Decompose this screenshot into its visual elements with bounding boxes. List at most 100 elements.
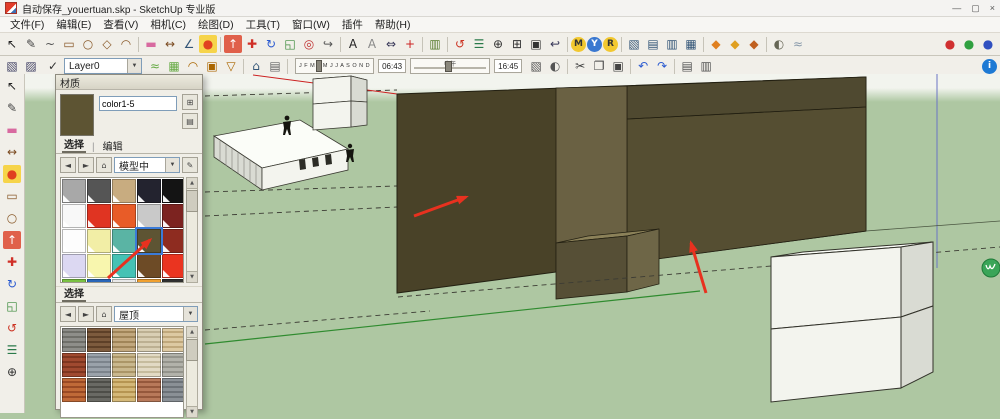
arc-tool-icon[interactable]: ◠ bbox=[117, 35, 135, 53]
menu-help[interactable]: 帮助(H) bbox=[369, 17, 417, 32]
back-button[interactable]: ◄ bbox=[60, 157, 76, 173]
zoom-tool-icon[interactable]: ⊕ bbox=[3, 363, 21, 381]
orbit-tool-icon[interactable]: ↺ bbox=[451, 35, 469, 53]
swatch-charcoal[interactable] bbox=[162, 279, 183, 282]
3d-warehouse-icon[interactable]: ◆ bbox=[707, 35, 725, 53]
dropdown-arrow-icon[interactable]: ▼ bbox=[165, 158, 179, 172]
shadow-dialog-icon[interactable]: ◐ bbox=[546, 57, 564, 75]
swatch-color1-5-selected[interactable] bbox=[135, 227, 163, 255]
minimize-button[interactable]: — bbox=[952, 3, 961, 14]
view-side-icon[interactable]: ▦ bbox=[682, 35, 700, 53]
pan-tool-icon[interactable]: ☰ bbox=[3, 341, 21, 359]
menu-tools[interactable]: 工具(T) bbox=[240, 17, 286, 32]
scale-tool-icon[interactable]: ◱ bbox=[281, 35, 299, 53]
texture-straw-thatch[interactable] bbox=[112, 378, 136, 402]
extension-warehouse-icon[interactable]: ◆ bbox=[745, 35, 763, 53]
stacked-boxes-top-model[interactable] bbox=[312, 75, 368, 131]
fog-toggle-icon[interactable]: ≈ bbox=[789, 35, 807, 53]
copy-icon[interactable]: ❐ bbox=[590, 57, 608, 75]
view-front-icon[interactable]: ▥ bbox=[663, 35, 681, 53]
tape-measure-tool-icon[interactable]: ↔ bbox=[161, 35, 179, 53]
view-top-icon[interactable]: ▤ bbox=[644, 35, 662, 53]
texture-slate[interactable] bbox=[162, 378, 183, 402]
swatch-scrollbar[interactable]: ▲ ▼ bbox=[186, 177, 198, 283]
swatch-white[interactable] bbox=[62, 204, 86, 228]
circle-tool-icon[interactable]: ○ bbox=[3, 209, 21, 227]
paint-bucket-tool-icon[interactable]: ● bbox=[3, 165, 21, 183]
texture-blue-gray-shingles[interactable] bbox=[87, 353, 111, 377]
tape-measure-tool-icon[interactable]: ↔ bbox=[3, 143, 21, 161]
section-slice-icon[interactable]: ▤ bbox=[266, 57, 284, 75]
texture-scrollbar[interactable]: ▲ ▼ bbox=[186, 326, 198, 418]
previous-view-tool-icon[interactable]: ↩ bbox=[546, 35, 564, 53]
zoom-extents-tool-icon[interactable]: ▣ bbox=[527, 35, 545, 53]
zoom-tool-icon[interactable]: ⊕ bbox=[489, 35, 507, 53]
protractor-tool-icon[interactable]: ∠ bbox=[180, 35, 198, 53]
scale-tool-icon[interactable]: ◱ bbox=[3, 297, 21, 315]
texture-beige-tiles[interactable] bbox=[162, 328, 183, 352]
swatch-orange[interactable] bbox=[137, 279, 161, 282]
back-button-2[interactable]: ◄ bbox=[60, 306, 76, 322]
menu-camera[interactable]: 相机(C) bbox=[144, 17, 192, 32]
swatch-black[interactable] bbox=[162, 179, 183, 203]
swatch-turquoise[interactable] bbox=[112, 254, 136, 278]
collections-dropdown[interactable]: 模型中 ▼ bbox=[114, 157, 180, 173]
layer-check-icon[interactable]: ✓ bbox=[44, 57, 62, 75]
in-model-button-2[interactable]: ⌂ bbox=[96, 306, 112, 322]
menu-plugins[interactable]: 插件 bbox=[336, 17, 369, 32]
swatch-blue[interactable] bbox=[87, 279, 111, 282]
print-icon[interactable]: ▤ bbox=[678, 57, 696, 75]
texture-orange-brick[interactable] bbox=[62, 378, 86, 402]
move-tool-icon[interactable]: ✚ bbox=[3, 253, 21, 271]
texture-tan-shingles[interactable] bbox=[112, 328, 136, 352]
texture-clay-tiles[interactable] bbox=[137, 378, 161, 402]
eraser-tool-icon[interactable]: ▬ bbox=[3, 121, 21, 139]
swatch-blue-black[interactable] bbox=[137, 179, 161, 203]
line-tool-icon[interactable]: ✎ bbox=[3, 99, 21, 117]
shaded-with-textures-icon[interactable]: ▨ bbox=[22, 57, 40, 75]
line-tool-icon[interactable]: ✎ bbox=[22, 35, 40, 53]
time-slider-thumb[interactable] bbox=[445, 61, 453, 72]
collections-dropdown-2[interactable]: 屋顶 ▼ bbox=[114, 306, 198, 322]
swatch-light-gray[interactable] bbox=[112, 279, 136, 282]
shadows-toggle-icon[interactable]: ◐ bbox=[770, 35, 788, 53]
scroll-down-icon[interactable]: ▼ bbox=[187, 406, 197, 417]
paste-icon[interactable]: ▣ bbox=[609, 57, 627, 75]
swatch-gray[interactable] bbox=[62, 179, 86, 203]
scroll-thumb[interactable] bbox=[186, 190, 198, 212]
green-sphere-icon[interactable]: ● bbox=[960, 35, 978, 53]
paint-bucket-tool-icon[interactable]: ● bbox=[199, 35, 217, 53]
layer-dropdown[interactable]: Layer0 ▼ bbox=[64, 58, 142, 74]
eraser-tool-icon[interactable]: ▬ bbox=[142, 35, 160, 53]
sandbox-from-contours-icon[interactable]: ≈ bbox=[146, 57, 164, 75]
texture-pale-shingles[interactable] bbox=[137, 328, 161, 352]
sample-paint-button[interactable]: ✎ bbox=[182, 157, 198, 173]
menu-window[interactable]: 窗口(W) bbox=[286, 17, 336, 32]
swatch-tan[interactable] bbox=[112, 179, 136, 203]
follow-me-tool-icon[interactable]: ↪ bbox=[319, 35, 337, 53]
menu-edit[interactable]: 编辑(E) bbox=[50, 17, 97, 32]
materials-panel-title[interactable]: 材质 bbox=[56, 75, 202, 90]
swatch-white-2[interactable] bbox=[62, 229, 86, 253]
orbit-tool-icon[interactable]: ↺ bbox=[3, 319, 21, 337]
rectangle-tool-icon[interactable]: ▭ bbox=[60, 35, 78, 53]
tab-select[interactable]: 选择 bbox=[62, 136, 86, 153]
blue-sphere-icon[interactable]: ● bbox=[979, 35, 997, 53]
select-tool-icon[interactable]: ↖ bbox=[3, 77, 21, 95]
section-plane-tool-icon[interactable]: ▥ bbox=[426, 35, 444, 53]
forward-button-2[interactable]: ► bbox=[78, 306, 94, 322]
stacked-boxes-right-model[interactable] bbox=[770, 241, 934, 403]
texture-tan-weave[interactable] bbox=[112, 353, 136, 377]
zoom-window-tool-icon[interactable]: ⊞ bbox=[508, 35, 526, 53]
swatch-dark-red[interactable] bbox=[162, 229, 183, 253]
texture-red-tiles[interactable] bbox=[62, 353, 86, 377]
swatch-light-yellow[interactable] bbox=[87, 254, 111, 278]
offset-tool-icon[interactable]: ◎ bbox=[300, 35, 318, 53]
texture-brown-shingles[interactable] bbox=[87, 328, 111, 352]
swatch-orange-red[interactable] bbox=[112, 204, 136, 228]
walk-tool-icon[interactable]: Y bbox=[587, 36, 602, 52]
pan-tool-icon[interactable]: ☰ bbox=[470, 35, 488, 53]
axes-tool-icon[interactable]: + bbox=[401, 35, 419, 53]
freehand-tool-icon[interactable]: ~ bbox=[41, 35, 59, 53]
menu-file[interactable]: 文件(F) bbox=[4, 17, 50, 32]
